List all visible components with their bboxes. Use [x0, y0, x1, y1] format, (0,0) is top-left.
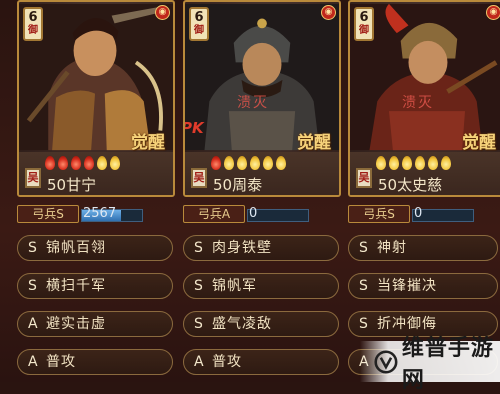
skill-name: 普攻 — [212, 354, 242, 370]
general-column-2: 6 御 ◉ 溃灭 PK 觉醒 吴 50周泰 弓兵A 0 S 肉身铁壁 S 锦帆军 S… — [183, 0, 343, 382]
star-rating — [376, 156, 451, 172]
star-icon — [389, 156, 399, 170]
skill-grade: S — [359, 278, 369, 294]
star-icon — [97, 156, 107, 170]
skill-slot-3[interactable]: S 盛气凌敌 — [183, 311, 339, 337]
star-icon — [224, 156, 234, 170]
watermark-logo-icon — [374, 349, 398, 374]
skill-name: 避实击虚 — [46, 316, 106, 332]
unit-type-badge[interactable]: 弓兵A — [183, 205, 245, 223]
star-icon — [211, 156, 221, 170]
faction-badge: 吴 — [191, 168, 207, 188]
star-icon — [441, 156, 451, 170]
skill-grade: S — [28, 278, 38, 294]
star-icon — [110, 156, 120, 170]
skill-slot-3[interactable]: A 避实击虚 — [17, 311, 173, 337]
skill-name: 锦帆百翎 — [46, 240, 106, 256]
troop-count: 0 — [249, 206, 258, 221]
level-badge: 6 御 — [354, 7, 374, 41]
star-icon — [71, 156, 81, 170]
skill-slot-4[interactable]: A 普攻 — [17, 349, 173, 375]
general-card-3[interactable]: 6 御 ◉ 溃灭 觉醒 吴 50太史慈 — [348, 0, 500, 197]
star-icon — [45, 156, 55, 170]
name-band: 吴 50周泰 — [185, 152, 339, 195]
skill-grade: S — [194, 240, 204, 256]
watermark: 维普手游网 — [360, 336, 500, 393]
level-badge: 6 御 — [23, 7, 43, 41]
name-band: 吴 50甘宁 — [19, 152, 173, 195]
troop-count: 0 — [414, 206, 423, 221]
general-name: 50周泰 — [213, 176, 263, 194]
unit-row: 弓兵A 0 — [183, 205, 341, 225]
awaken-label: 觉醒 — [131, 133, 165, 153]
level-number: 6 — [28, 10, 38, 25]
skill-slot-1[interactable]: S 肉身铁壁 — [183, 235, 339, 261]
unit-row: 弓兵S 2567 — [17, 205, 175, 225]
skill-grade: S — [359, 240, 369, 256]
skill-slot-2[interactable]: S 当锋摧决 — [348, 273, 498, 299]
awaken-label: 觉醒 — [297, 133, 331, 153]
corner-seal-icon: ◉ — [155, 5, 170, 20]
skill-slot-1[interactable]: S 锦帆百翎 — [17, 235, 173, 261]
general-card-1[interactable]: 6 御 ◉ 觉醒 吴 50甘宁 — [17, 0, 175, 197]
star-icon — [58, 156, 68, 170]
skill-grade: A — [28, 354, 39, 370]
star-icon — [376, 156, 386, 170]
unit-type-badge[interactable]: 弓兵S — [348, 205, 410, 223]
troop-count: 2567 — [83, 206, 117, 221]
star-icon — [415, 156, 425, 170]
skill-name: 横扫千军 — [46, 278, 106, 294]
star-rating — [211, 156, 286, 172]
skill-grade: A — [194, 354, 205, 370]
skill-grade: S — [28, 240, 38, 256]
level-tag: 御 — [194, 25, 204, 36]
name-band: 吴 50太史慈 — [350, 152, 500, 195]
star-icon — [250, 156, 260, 170]
skill-slot-2[interactable]: S 锦帆军 — [183, 273, 339, 299]
pk-tag: PK — [183, 119, 204, 137]
skill-grade: S — [194, 316, 204, 332]
star-icon — [84, 156, 94, 170]
unit-row: 弓兵S 0 — [348, 205, 500, 225]
corner-seal-icon: ◉ — [486, 5, 500, 20]
skill-slot-2[interactable]: S 横扫千军 — [17, 273, 173, 299]
skill-grade: A — [28, 316, 39, 332]
faction-badge: 吴 — [356, 168, 372, 188]
general-name: 50甘宁 — [47, 176, 97, 194]
corner-seal-icon: ◉ — [321, 5, 336, 20]
skill-name: 普攻 — [46, 354, 76, 370]
level-number: 6 — [194, 10, 204, 25]
unit-type-badge[interactable]: 弓兵S — [17, 205, 79, 223]
star-icon — [276, 156, 286, 170]
level-badge: 6 御 — [189, 7, 209, 41]
star-icon — [428, 156, 438, 170]
star-icon — [263, 156, 273, 170]
watermark-text: 维普手游网 — [401, 335, 494, 393]
awaken-label: 觉醒 — [462, 133, 496, 153]
level-tag: 御 — [28, 25, 38, 36]
status-label: 溃灭 — [237, 95, 269, 111]
skill-grade: S — [359, 316, 369, 332]
skill-name: 盛气凌敌 — [212, 316, 272, 332]
general-name: 50太史慈 — [378, 176, 443, 194]
star-icon — [402, 156, 412, 170]
level-tag: 御 — [359, 25, 369, 36]
star-rating — [45, 156, 120, 172]
skill-name: 当锋摧决 — [377, 278, 437, 294]
star-icon — [237, 156, 247, 170]
status-label: 溃灭 — [402, 95, 434, 111]
skill-name: 锦帆军 — [212, 278, 257, 294]
skill-slot-1[interactable]: S 神射 — [348, 235, 498, 261]
skill-name: 肉身铁壁 — [212, 240, 272, 256]
general-column-3: 6 御 ◉ 溃灭 觉醒 吴 50太史慈 弓兵S 0 S 神射 S 当锋摧决 S 折冲御… — [348, 0, 500, 382]
skill-grade: S — [194, 278, 204, 294]
level-number: 6 — [359, 10, 369, 25]
general-column-1: 6 御 ◉ 觉醒 吴 50甘宁 弓兵S 2567 S 锦帆百翎 S 横扫千军 A 避实… — [17, 0, 177, 382]
skill-name: 神射 — [377, 240, 407, 256]
faction-badge: 吴 — [25, 168, 41, 188]
general-card-2[interactable]: 6 御 ◉ 溃灭 PK 觉醒 吴 50周泰 — [183, 0, 341, 197]
skill-slot-4[interactable]: A 普攻 — [183, 349, 339, 375]
